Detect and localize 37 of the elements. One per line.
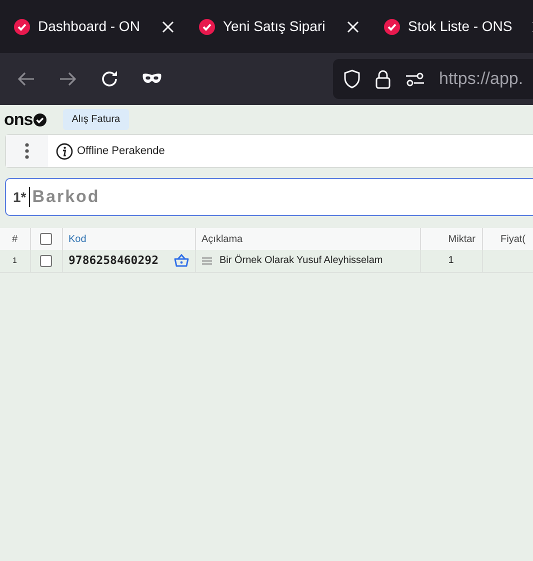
- close-icon: [162, 20, 174, 32]
- lock-icon[interactable]: [375, 69, 391, 89]
- row-checkbox[interactable]: [40, 254, 52, 267]
- column-header: Açıklama: [202, 234, 243, 244]
- check-icon: [384, 18, 400, 34]
- basket-icon[interactable]: [174, 254, 188, 268]
- description-cell-text: Bir Örnek Olarak Yusuf Aleyhisselam: [220, 254, 383, 268]
- select-all-checkbox[interactable]: [40, 232, 52, 245]
- permissions-icon[interactable]: [405, 71, 425, 87]
- browser-tab[interactable]: Stok Liste - ONS: [376, 10, 533, 43]
- kebab-icon: [25, 143, 29, 159]
- row-number: 1: [12, 256, 17, 265]
- logo-text: ons: [4, 111, 33, 128]
- info-icon[interactable]: [56, 142, 73, 160]
- barcode-box[interactable]: 1* Barkod: [5, 178, 533, 216]
- column-header: Kod: [68, 234, 86, 244]
- code-cell: 9786258460292: [68, 252, 159, 270]
- drag-handle-icon[interactable]: [202, 256, 212, 265]
- check-icon: [199, 18, 215, 34]
- toolbar-title: Offline Perakende: [77, 144, 165, 159]
- close-icon: [347, 20, 359, 32]
- browser-tab[interactable]: Yeni Satış Sipari: [191, 10, 376, 43]
- page-tab[interactable]: Alış Fatura: [62, 109, 130, 130]
- reload-icon[interactable]: [100, 69, 120, 89]
- field-label: 1*: [13, 188, 26, 206]
- browser-tab[interactable]: Dashboard - ON: [6, 10, 191, 43]
- check-icon: [14, 18, 30, 34]
- column-header: Fiyat(: [500, 234, 526, 244]
- column-header: Miktar: [448, 234, 476, 244]
- check-icon: [32, 112, 47, 126]
- column-header: #: [12, 234, 18, 244]
- quantity-cell: 1: [448, 255, 454, 266]
- url-text: https://app.: [439, 68, 524, 90]
- shield-icon[interactable]: [343, 69, 361, 89]
- close-button[interactable]: [345, 20, 361, 32]
- address-bar[interactable]: https://app.: [333, 59, 533, 99]
- close-button[interactable]: [160, 20, 176, 32]
